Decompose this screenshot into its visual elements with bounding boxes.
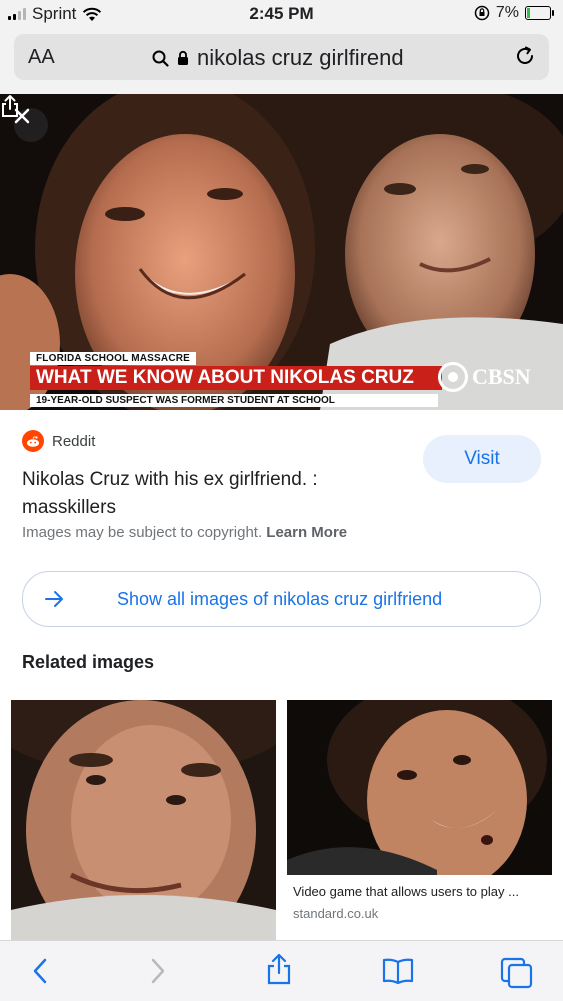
share-icon[interactable] [0, 94, 20, 118]
search-query: nikolas cruz girlfirend [197, 45, 404, 70]
related-image-1[interactable] [11, 700, 276, 940]
source-name: Reddit [52, 432, 96, 450]
news-chyron: FLORIDA SCHOOL MASSACRE WHAT WE KNOW ABO… [30, 348, 563, 408]
result-source[interactable]: Reddit [22, 430, 95, 452]
battery-icon [525, 6, 554, 20]
show-all-images-button[interactable]: Show all images of nikolas cruz girlfrie… [22, 571, 541, 627]
reload-icon[interactable] [513, 44, 537, 68]
tabs-icon[interactable] [500, 957, 534, 989]
cbs-eye-icon [438, 362, 468, 392]
arrow-right-icon [45, 591, 63, 607]
chevron-left-icon[interactable] [32, 957, 48, 985]
status-bar: Sprint 2:45 PM 7% [0, 0, 563, 30]
status-right: 7% [474, 4, 554, 22]
chyron-main: WHAT WE KNOW ABOUT NIKOLAS CRUZ [30, 366, 442, 390]
related-heading: Related images [22, 652, 155, 672]
hero-image[interactable]: FLORIDA SCHOOL MASSACRE WHAT WE KNOW ABO… [0, 94, 563, 410]
related-image-2[interactable] [287, 700, 552, 875]
reddit-icon [22, 430, 44, 452]
lock-icon [178, 50, 188, 65]
related-photo-1 [11, 700, 276, 940]
search-icon [152, 50, 169, 67]
related-photo-2 [287, 700, 552, 875]
chyron-sub: 19-YEAR-OLD SUSPECT WAS FORMER STUDENT A… [30, 394, 438, 407]
chevron-right-icon[interactable] [150, 957, 166, 985]
text-size-button[interactable]: AA [28, 46, 55, 69]
visit-button[interactable]: Visit [423, 435, 541, 483]
address-bar[interactable]: AA nikolas cruz girlfirend [14, 34, 549, 80]
browser-header: AA nikolas cruz girlfirend [0, 30, 563, 94]
copyright-notice: Images may be subject to copyright. Lear… [22, 524, 348, 541]
learn-more-link[interactable]: Learn More [266, 524, 347, 541]
related-source-2: standard.co.uk [293, 906, 379, 921]
address-field[interactable]: nikolas cruz girlfirend [152, 45, 404, 71]
share-icon[interactable] [266, 953, 292, 985]
chyron-top: FLORIDA SCHOOL MASSACRE [30, 352, 197, 365]
cbsn-logo: CBSN [438, 362, 531, 392]
battery-percent: 7% [495, 4, 519, 21]
related-caption-2[interactable]: Video game that allows users to play ... [293, 884, 548, 899]
result-title[interactable]: Nikolas Cruz with his ex girlfriend. : m… [22, 466, 382, 522]
bottom-toolbar [0, 940, 563, 1001]
show-all-label: Show all images of nikolas cruz girlfrie… [117, 589, 443, 609]
book-icon[interactable] [382, 957, 414, 985]
rotation-lock-icon [474, 5, 490, 21]
